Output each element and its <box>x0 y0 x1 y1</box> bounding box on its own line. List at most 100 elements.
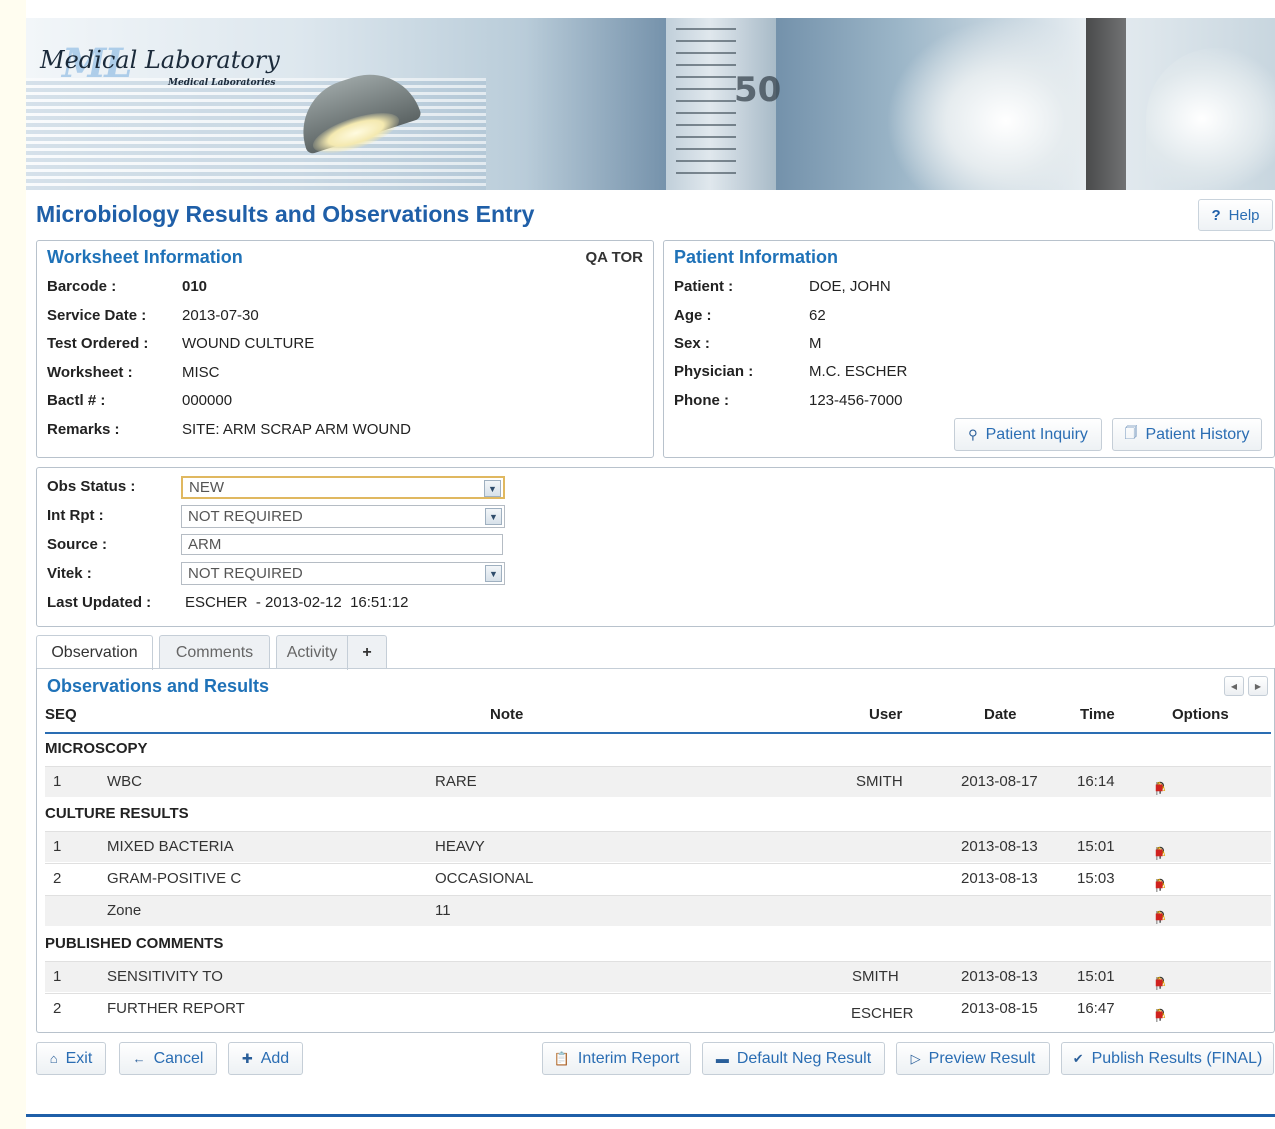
cell-seq: 2 <box>53 1000 62 1017</box>
minus-icon: ▬ <box>715 1051 729 1066</box>
field-label: Patient : <box>674 278 734 295</box>
chevron-down-icon: ▼ <box>485 565 502 582</box>
obs-status-row: Obs Status : <box>47 478 182 495</box>
cancel-button[interactable]: ← Cancel <box>119 1042 217 1075</box>
cell-seq: 1 <box>53 968 62 985</box>
field-label: Service Date : <box>47 307 147 324</box>
field-label: Age : <box>674 307 712 324</box>
delete-icon[interactable]: ■ <box>1155 779 1163 795</box>
patient-history-label: Patient History <box>1145 425 1250 443</box>
cell-date: 2013-08-17 <box>961 773 1038 790</box>
field-label: Source : <box>47 536 108 553</box>
source-value: ARM <box>188 536 222 553</box>
cell-seq: 1 <box>53 838 62 855</box>
cell-seq: 2 <box>53 870 62 887</box>
bactl-row: Bactl # : 000000 <box>47 392 232 409</box>
help-button[interactable]: ? Help <box>1198 199 1273 231</box>
observations-panel: Observations and Results ◀ ▶ SEQ Note Us… <box>36 668 1275 1033</box>
cell-time: 16:14 <box>1077 773 1115 790</box>
field-label: Test Ordered : <box>47 335 149 352</box>
chevron-down-icon: ▼ <box>484 480 501 497</box>
add-label: Add <box>260 1049 290 1067</box>
cell-date: 2013-08-13 <box>961 870 1038 887</box>
preview-result-label: Preview Result <box>928 1049 1036 1067</box>
delete-icon[interactable]: ■ <box>1155 908 1163 924</box>
table-row[interactable]: 1 SENSITIVITY TO SMITH 2013-08-13 15:01 … <box>45 961 1271 992</box>
cell-time: 15:01 <box>1077 838 1115 855</box>
patient-inquiry-label: Patient Inquiry <box>985 425 1088 443</box>
worksheet-row: Worksheet : MISC <box>47 364 220 381</box>
cell-note: OCCASIONAL <box>435 870 534 887</box>
chevron-right-icon[interactable]: ▶ <box>1248 676 1268 696</box>
cell-note: HEAVY <box>435 838 485 855</box>
interim-report-button[interactable]: 📋 Interim Report <box>542 1042 691 1075</box>
cell-time: 16:47 <box>1077 1000 1115 1017</box>
cell-user: ESCHER <box>851 1005 914 1022</box>
cell-date: 2013-08-13 <box>961 838 1038 855</box>
logo-title: Medical Laboratory <box>40 46 280 74</box>
int-rpt-select[interactable]: NOT REQUIRED ▼ <box>181 505 505 528</box>
cell-seq: 1 <box>53 773 62 790</box>
field-label: Barcode : <box>47 278 117 295</box>
publish-results-button[interactable]: ✔ Publish Results (FINAL) <box>1061 1042 1274 1075</box>
table-row[interactable]: 1 WBC RARE SMITH 2013-08-17 16:14 ⚲ | ✎ | ■ <box>45 766 1271 797</box>
cell-item: FURTHER REPORT <box>107 1000 245 1017</box>
field-value: 123-456-7000 <box>809 392 903 409</box>
field-value: DOE, JOHN <box>809 278 891 295</box>
add-button[interactable]: ✚ Add <box>228 1042 303 1075</box>
source-input[interactable]: ARM <box>181 534 503 555</box>
status-panel: Obs Status : NEW ▼ Int Rpt : NOT REQUIRE… <box>36 467 1275 627</box>
chevron-left-icon[interactable]: ◀ <box>1224 676 1244 696</box>
field-value: 62 <box>809 307 826 324</box>
cancel-label: Cancel <box>153 1049 204 1067</box>
cell-item: SENSITIVITY TO <box>107 968 223 985</box>
col-date: Date <box>984 706 1017 723</box>
logo-subtitle: Medical Laboratories <box>168 78 276 88</box>
table-row[interactable]: Zone 11 ⚲ | ✎ | ■ <box>45 895 1271 926</box>
int-rpt-row: Int Rpt : <box>47 507 182 524</box>
home-icon: ⌂ <box>49 1051 58 1066</box>
last-updated-value: ESCHER - 2013-02-12 16:51:12 <box>185 594 409 611</box>
help-label: Help <box>1228 206 1260 224</box>
chevron-down-icon: ▼ <box>485 508 502 525</box>
delete-icon[interactable]: ■ <box>1155 974 1163 990</box>
add-tab-icon[interactable]: + <box>347 635 386 670</box>
table-row[interactable]: 2 GRAM-POSITIVE C OCCASIONAL 2013-08-13 … <box>45 863 1271 894</box>
pager: ◀ ▶ <box>1224 676 1268 696</box>
field-value: SITE: ARM SCRAP ARM WOUND <box>182 421 411 438</box>
group-label: PUBLISHED COMMENTS <box>45 935 224 952</box>
field-value: 000000 <box>182 392 233 409</box>
banner-blinds <box>26 78 486 190</box>
cell-date: 2013-08-13 <box>961 968 1038 985</box>
tab-observation[interactable]: Observation <box>36 635 153 670</box>
arrow-left-icon: ← <box>132 1051 146 1066</box>
test-ordered-row: Test Ordered : WOUND CULTURE <box>47 335 314 352</box>
delete-icon[interactable]: ■ <box>1155 844 1163 860</box>
patient-inquiry-button[interactable]: ⚲ Patient Inquiry <box>954 418 1102 451</box>
table-row[interactable]: 2 FURTHER REPORT ESCHER 2013-08-15 16:47… <box>45 993 1271 1024</box>
col-time: Time <box>1080 706 1115 723</box>
delete-icon[interactable]: ■ <box>1155 1006 1163 1022</box>
preview-result-button[interactable]: ▷ Preview Result <box>896 1042 1050 1075</box>
obs-status-select[interactable]: NEW ▼ <box>181 476 505 499</box>
field-label: Int Rpt : <box>47 507 104 524</box>
page-title: Microbiology Results and Observations En… <box>36 201 535 227</box>
col-note: Note <box>490 706 524 723</box>
table-row[interactable]: 1 MIXED BACTERIA HEAVY 2013-08-13 15:01 … <box>45 831 1271 862</box>
patient-heading: Patient Information <box>674 247 839 267</box>
group-label: CULTURE RESULTS <box>45 805 189 822</box>
delete-icon[interactable]: ■ <box>1155 876 1163 892</box>
tab-activity[interactable]: Activity <box>277 644 347 662</box>
field-label: Bactl # : <box>47 392 106 409</box>
exit-button[interactable]: ⌂ Exit <box>36 1042 106 1075</box>
vitek-select[interactable]: NOT REQUIRED ▼ <box>181 562 505 585</box>
tab-activity-group: Activity + <box>276 635 387 670</box>
patient-history-button[interactable]: 🗍 Patient History <box>1112 418 1262 451</box>
default-neg-result-button[interactable]: ▬ Default Neg Result <box>702 1042 885 1075</box>
col-seq: SEQ <box>45 706 77 723</box>
field-value: 010 <box>182 278 208 295</box>
tab-comments[interactable]: Comments <box>159 635 270 669</box>
qa-tag: QA TOR <box>585 249 643 266</box>
col-options: Options <box>1172 706 1229 723</box>
check-icon: ✔ <box>1072 1050 1084 1066</box>
